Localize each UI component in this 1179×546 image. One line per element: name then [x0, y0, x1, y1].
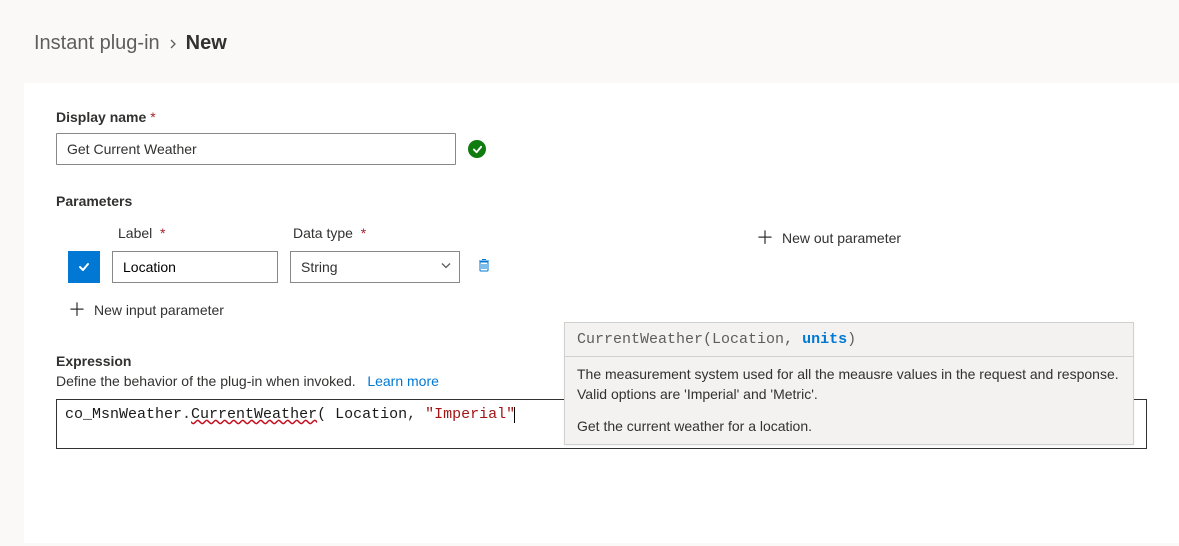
parameter-row: String: [68, 251, 496, 283]
tooltip-function-description: Get the current weather for a location.: [565, 412, 1133, 444]
new-out-parameter-button[interactable]: ＋ New out parameter: [756, 225, 901, 251]
breadcrumb: Instant plug-in New: [0, 0, 1179, 55]
tooltip-signature: CurrentWeather(Location, units): [565, 323, 1133, 357]
intellisense-tooltip: CurrentWeather(Location, units) The meas…: [564, 322, 1134, 445]
required-indicator: *: [150, 109, 155, 125]
chevron-down-icon: [439, 259, 453, 276]
display-name-input[interactable]: [56, 133, 456, 165]
valid-check-icon: [468, 140, 486, 158]
delete-icon[interactable]: [472, 253, 496, 282]
breadcrumb-parent[interactable]: Instant plug-in: [34, 32, 160, 55]
parameter-select-checkbox[interactable]: [68, 251, 100, 283]
param-label-header: Label *: [118, 225, 293, 241]
param-datatype-header: Data type *: [293, 225, 366, 241]
plus-icon: ＋: [68, 301, 86, 319]
parameter-datatype-select[interactable]: String: [290, 251, 460, 283]
parameter-label-input[interactable]: [112, 251, 278, 283]
tooltip-param-description: The measurement system used for all the …: [565, 357, 1133, 412]
form-panel: Display name * Parameters Label * Data t…: [24, 83, 1179, 543]
plus-icon: ＋: [756, 229, 774, 247]
chevron-right-icon: [168, 32, 178, 55]
parameters-header: Parameters: [56, 193, 1147, 209]
learn-more-link[interactable]: Learn more: [367, 373, 439, 389]
breadcrumb-current: New: [186, 32, 227, 55]
display-name-label: Display name *: [56, 109, 156, 125]
new-input-parameter-button[interactable]: ＋ New input parameter: [68, 297, 224, 323]
